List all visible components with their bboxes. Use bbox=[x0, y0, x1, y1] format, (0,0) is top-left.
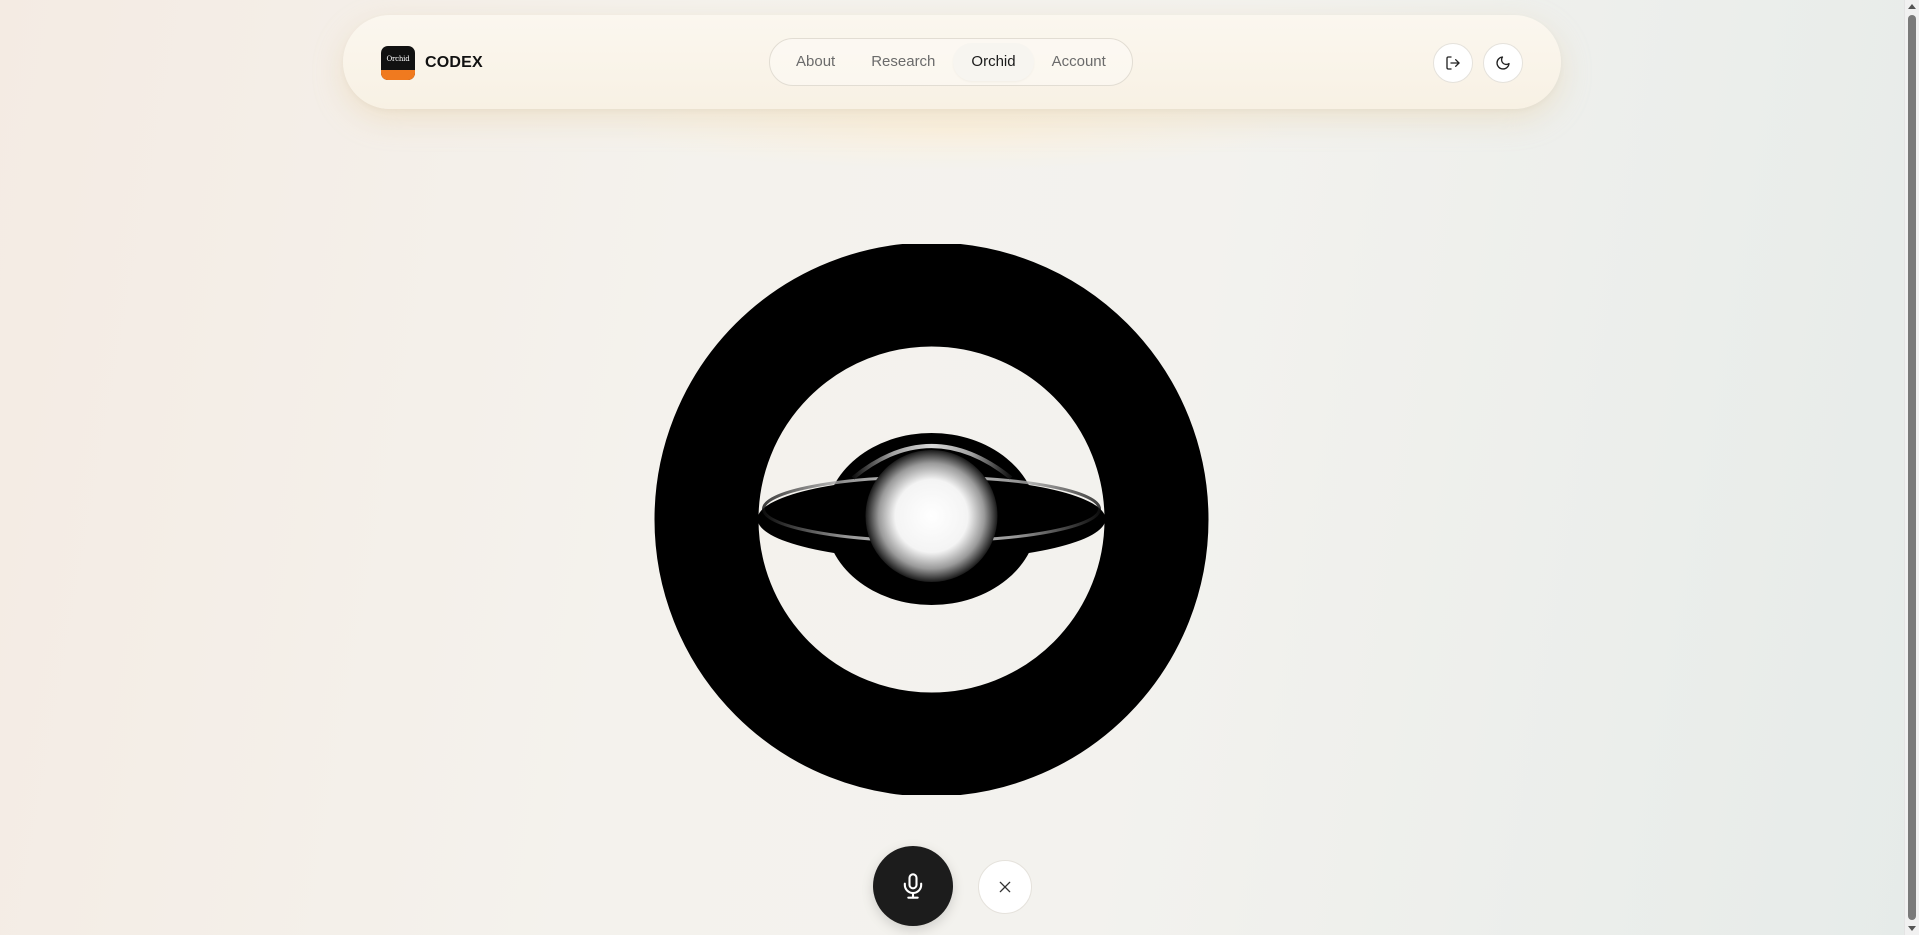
nav-item-about[interactable]: About bbox=[778, 43, 853, 81]
close-icon bbox=[999, 881, 1011, 893]
logout-icon bbox=[1446, 56, 1460, 70]
voice-orb bbox=[654, 244, 1209, 795]
moon-icon bbox=[1496, 56, 1510, 70]
microphone-icon bbox=[903, 873, 923, 899]
scroll-up-icon[interactable] bbox=[1908, 4, 1916, 9]
microphone-button[interactable] bbox=[873, 846, 953, 926]
nav-item-orchid[interactable]: Orchid bbox=[953, 43, 1034, 81]
vertical-scrollbar[interactable] bbox=[1904, 0, 1919, 935]
main-nav: About Research Orchid Account bbox=[769, 38, 1133, 86]
brand-logo: Orchid bbox=[381, 46, 415, 80]
brand-logo-accent bbox=[381, 70, 415, 80]
scroll-down-icon[interactable] bbox=[1908, 926, 1916, 931]
brand[interactable]: Orchid CODEX bbox=[381, 46, 483, 80]
brand-logo-text: Orchid bbox=[386, 55, 410, 63]
brand-name: CODEX bbox=[425, 54, 483, 71]
orb-core bbox=[865, 450, 998, 582]
nav-item-account[interactable]: Account bbox=[1034, 43, 1124, 81]
nav-item-research[interactable]: Research bbox=[853, 43, 953, 81]
logout-button[interactable] bbox=[1433, 43, 1473, 83]
theme-toggle-button[interactable] bbox=[1483, 43, 1523, 83]
close-button[interactable] bbox=[978, 860, 1032, 914]
scroll-thumb[interactable] bbox=[1908, 15, 1916, 920]
top-bar: Orchid CODEX About Research Orchid Accou… bbox=[343, 15, 1561, 109]
